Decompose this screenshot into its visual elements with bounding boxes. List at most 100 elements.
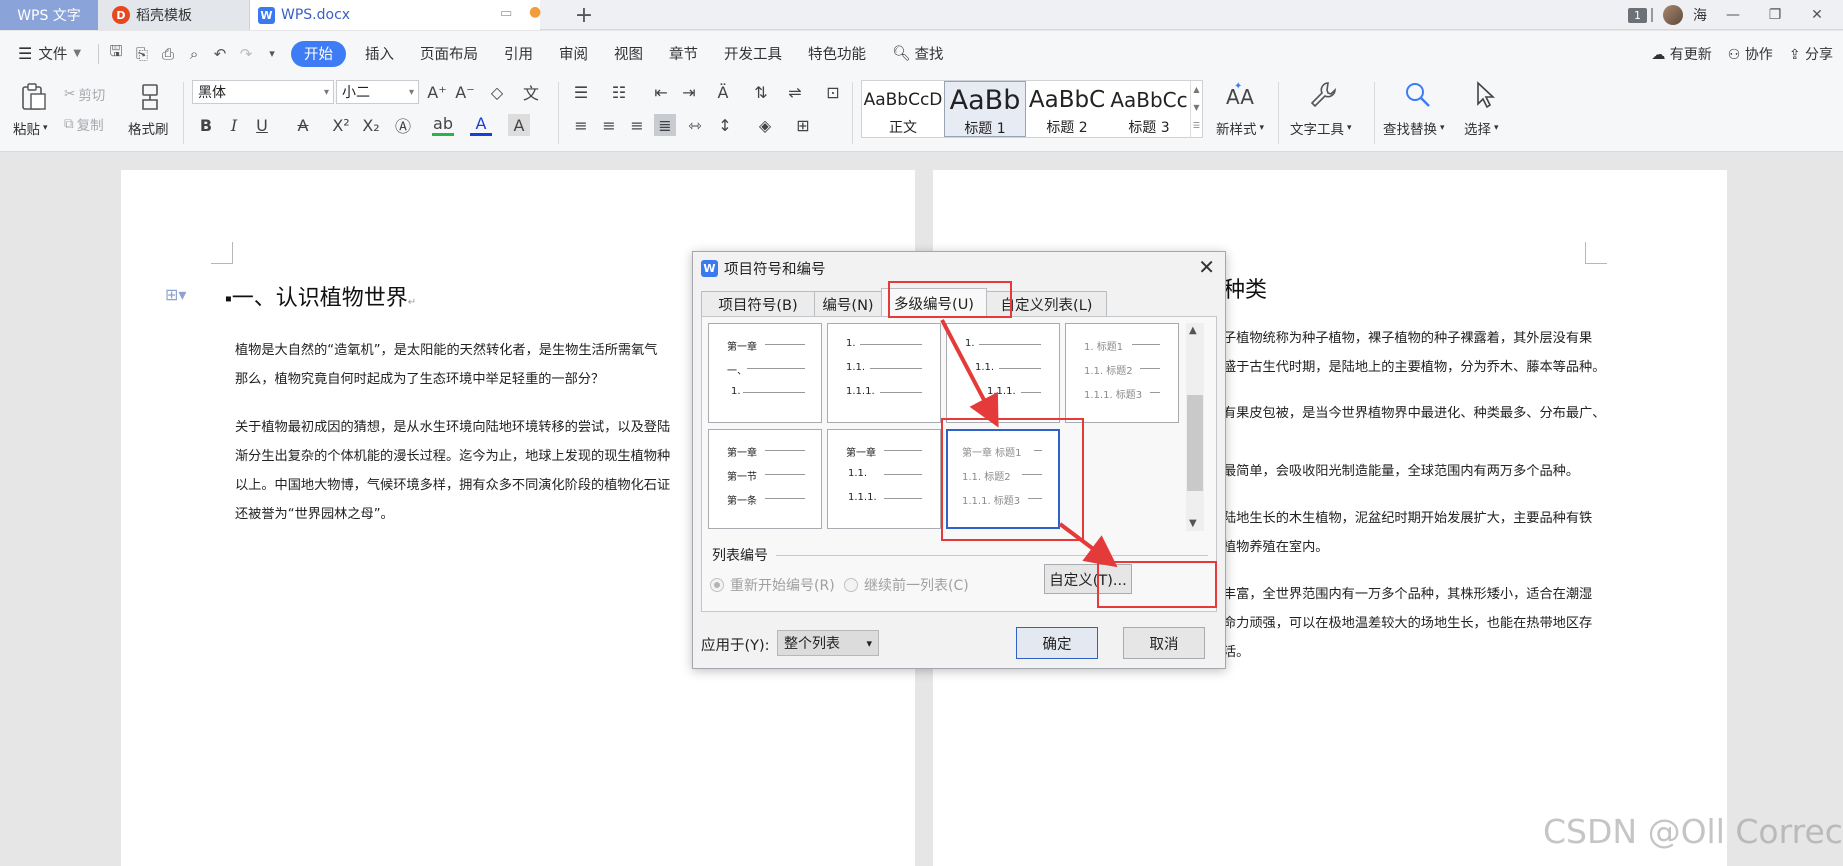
underline-icon[interactable]: U — [251, 114, 273, 136]
menu-developer[interactable]: 开发工具 — [711, 31, 795, 76]
close-icon[interactable]: ✕ — [1198, 255, 1215, 279]
scroll-thumb[interactable] — [1187, 395, 1203, 491]
customize-quick-access-icon[interactable]: ▾ — [259, 31, 285, 76]
tab-document[interactable]: W WPS.docx ▭ ● — [250, 0, 541, 30]
preset-5[interactable]: 第一章 第一节 第一条 — [708, 429, 822, 529]
file-menu[interactable]: ☰ 文件 ▼ — [0, 31, 94, 76]
menu-page-layout[interactable]: 页面布局 — [407, 31, 491, 76]
align-center-icon[interactable]: ≡ — [598, 114, 620, 136]
style-heading1[interactable]: AaBb 标题 1 — [944, 81, 1026, 137]
update-button[interactable]: ☁ 有更新 — [1651, 44, 1711, 64]
tab-wps-app[interactable]: WPS 文字 — [0, 0, 98, 30]
text-effect-icon[interactable]: Ⓐ — [392, 114, 414, 136]
borders-icon[interactable]: ⊞ — [792, 114, 814, 136]
preset-1[interactable]: 第一章 一、 1. — [708, 323, 822, 423]
char-shading-icon[interactable]: A — [508, 114, 530, 136]
new-style-button[interactable]: 新样式 ▾ — [1216, 118, 1264, 138]
phonetic-guide-icon[interactable]: 文 — [520, 81, 542, 103]
distribute-icon[interactable]: ⇿ — [684, 114, 706, 136]
grow-font-icon[interactable]: A⁺ — [426, 81, 448, 103]
text-tools-button[interactable]: 文字工具 ▾ — [1290, 118, 1352, 138]
gallery-scroll[interactable]: ▲ ▼ ☰ — [1190, 81, 1202, 137]
align-left-icon[interactable]: ≡ — [570, 114, 592, 136]
scroll-down-icon[interactable]: ▼ — [1189, 518, 1197, 529]
share-button[interactable]: ⇪ 分享 — [1789, 44, 1833, 64]
line-spacing-icon[interactable]: ↕ — [714, 114, 736, 136]
scroll-up-icon[interactable]: ▲ — [1189, 325, 1197, 336]
menu-view[interactable]: 视图 — [601, 31, 656, 76]
tab-template[interactable]: D 稻壳模板 — [98, 0, 250, 30]
strikethrough-icon[interactable]: A — [292, 114, 314, 136]
print-preview-icon[interactable]: ⌕ — [181, 31, 207, 76]
menu-features[interactable]: 特色功能 — [795, 31, 879, 76]
shading-icon[interactable]: ◈ — [754, 114, 776, 136]
preset-3[interactable]: 1. 1.1. 1.1.1. — [946, 323, 1060, 423]
page2-heading[interactable]: 种类 — [1223, 272, 1267, 304]
save-icon[interactable]: 🖫 — [103, 31, 129, 76]
cancel-button[interactable]: 取消 — [1123, 627, 1205, 659]
window-count-badge[interactable]: 1 — [1628, 7, 1647, 23]
text-box-icon[interactable]: ⊡ — [822, 81, 844, 103]
continue-list-radio[interactable]: 继续前一列表(C) — [844, 575, 969, 595]
italic-icon[interactable]: I — [223, 114, 245, 136]
paragraph-2[interactable]: 关于植物最初成因的猜想，是从水生环境向陆地环境转移的尝试，以及登陆 渐分生出复杂… — [235, 413, 670, 529]
pointer-icon[interactable] — [1470, 80, 1500, 110]
document-heading[interactable]: ▪一、认识植物世界↵ — [225, 280, 416, 312]
font-name-select[interactable]: 黑体 — [192, 80, 334, 104]
bullets-icon[interactable]: ☰ — [570, 81, 592, 103]
presets-scrollbar[interactable]: ▲ ▼ — [1186, 323, 1204, 531]
close-window-icon[interactable]: ✕ — [1801, 0, 1833, 30]
preset-4[interactable]: 1. 标题1 1.1. 标题2 1.1.1. 标题3 — [1065, 323, 1179, 423]
preset-2[interactable]: 1. 1.1. 1.1.1. — [827, 323, 941, 423]
paragraph-1[interactable]: 植物是大自然的“造氧机”，是太阳能的天然转化者，是生物生活所需氧气 那么，植物究… — [235, 336, 657, 394]
tab-bullets[interactable]: 项目符号(B) — [701, 291, 815, 317]
preset-6[interactable]: 第一章 1.1. 1.1.1. — [827, 429, 941, 529]
undo-icon[interactable]: ↶ — [207, 31, 233, 76]
avatar[interactable] — [1663, 5, 1683, 25]
new-style-icon[interactable]: AA ✦ — [1224, 80, 1254, 110]
superscript-icon[interactable]: X² — [330, 114, 352, 136]
paragraph-handle-icon[interactable]: ⊞▾ — [165, 285, 186, 304]
find-replace-icon[interactable] — [1403, 80, 1433, 110]
style-heading3[interactable]: AaBbCc 标题 3 — [1108, 81, 1190, 137]
output-icon[interactable]: ⎘ — [129, 31, 155, 76]
maximize-icon[interactable]: ❐ — [1759, 0, 1791, 30]
minimize-icon[interactable]: — — [1717, 0, 1749, 30]
print-icon[interactable]: ⎙ — [155, 31, 181, 76]
menu-home[interactable]: 开始 — [291, 40, 347, 67]
bold-icon[interactable]: B — [195, 114, 217, 136]
menu-insert[interactable]: 插入 — [352, 31, 407, 76]
shrink-font-icon[interactable]: A⁻ — [454, 81, 476, 103]
ok-button[interactable]: 确定 — [1016, 627, 1098, 659]
copy-button[interactable]: ⧉ 复制 — [64, 114, 104, 134]
menu-references[interactable]: 引用 — [491, 31, 546, 76]
menu-review[interactable]: 审阅 — [546, 31, 601, 76]
redo-icon[interactable]: ↷ — [233, 31, 259, 76]
highlight-icon[interactable]: ab — [432, 114, 454, 136]
paste-button[interactable]: 粘贴 ▾ — [13, 118, 48, 138]
format-painter-button[interactable]: 格式刷 — [128, 118, 169, 138]
style-normal[interactable]: AaBbCcD 正文 — [862, 81, 944, 137]
chinese-layout-icon[interactable]: Ä — [712, 81, 734, 103]
justify-icon[interactable]: ≣ — [654, 114, 676, 136]
format-painter-icon[interactable] — [135, 82, 165, 112]
restart-numbering-radio[interactable]: 重新开始编号(R) — [710, 575, 835, 595]
page2-paragraphs[interactable]: 子植物统称为种子植物，裸子植物的种子裸露着，其外层没有果 盛于古生代时期，是陆地… — [1223, 324, 1605, 667]
align-right-icon[interactable]: ≡ — [626, 114, 648, 136]
show-marks-icon[interactable]: ⇌ — [784, 81, 806, 103]
select-button[interactable]: 选择 ▾ — [1464, 118, 1499, 138]
font-size-select[interactable]: 小二 — [336, 80, 419, 104]
numbering-icon[interactable]: ☷ — [608, 81, 630, 103]
decrease-indent-icon[interactable]: ⇤ — [650, 81, 672, 103]
paste-icon[interactable] — [18, 82, 48, 112]
cut-button[interactable]: ✂ 剪切 — [64, 84, 105, 104]
subscript-icon[interactable]: X₂ — [360, 114, 382, 136]
style-heading2[interactable]: AaBbC 标题 2 — [1026, 81, 1108, 137]
tab-numbering[interactable]: 编号(N) — [814, 291, 882, 317]
font-color-icon[interactable]: A — [470, 114, 492, 136]
collab-button[interactable]: ⚇ 协作 — [1728, 44, 1773, 64]
sort-icon[interactable]: ⇅ — [750, 81, 772, 103]
wrench-icon[interactable] — [1308, 80, 1338, 110]
menu-section[interactable]: 章节 — [656, 31, 711, 76]
new-tab-button[interactable]: + — [572, 0, 596, 30]
